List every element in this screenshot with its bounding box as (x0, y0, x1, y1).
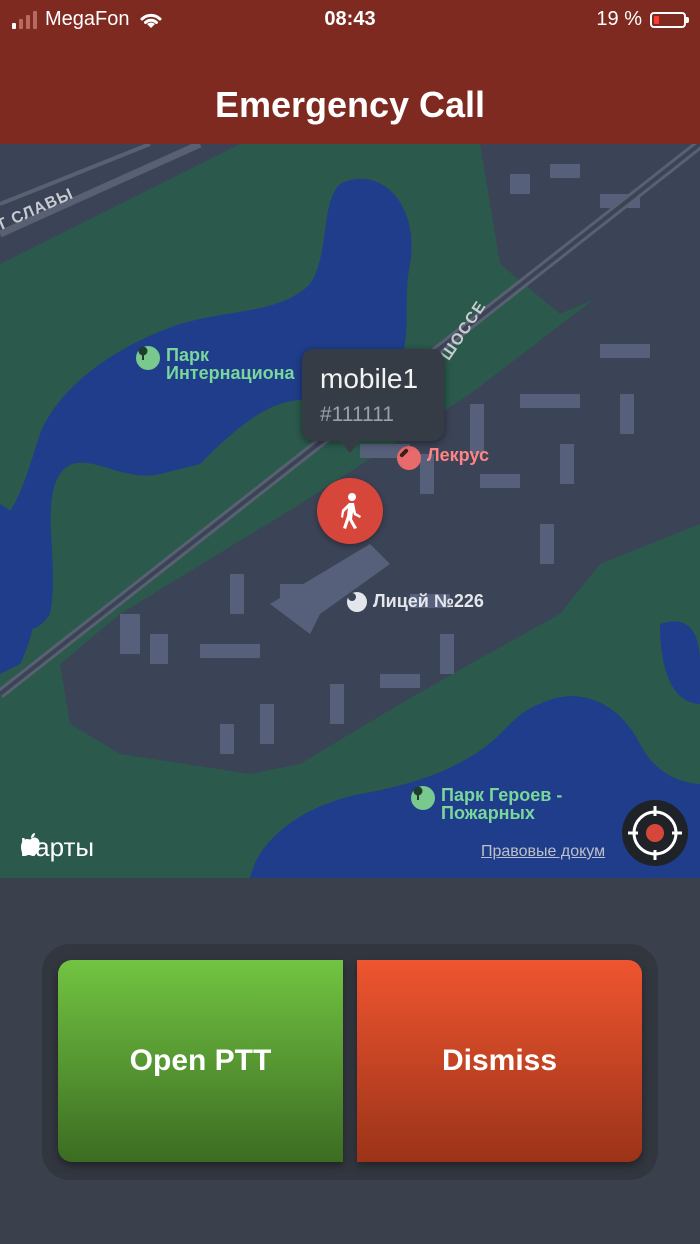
poi-label: Парк Интернациона (166, 345, 295, 383)
battery-percent: 19 % (596, 8, 642, 30)
locate-me-button[interactable] (622, 800, 688, 866)
device-name: mobile1 (320, 363, 419, 394)
pedestrian-icon (341, 493, 361, 529)
device-number: #111111 (320, 403, 394, 426)
apple-icon (21, 833, 40, 856)
header: Emergency Call (0, 40, 700, 144)
poi-label: Лекрус (427, 445, 489, 465)
crosshair-icon (628, 806, 682, 860)
poi-pharmacy-lekrus[interactable]: Лекрус (397, 446, 489, 470)
device-callout[interactable]: mobile1 #111111 (302, 349, 444, 453)
school-icon (347, 592, 367, 612)
open-ptt-button[interactable]: Open PTT (58, 960, 343, 1162)
poi-park-internatsionalistov[interactable]: Парк Интернациона (136, 346, 295, 382)
poi-label: Лицей №226 (373, 591, 484, 611)
poi-school-lyceum-226[interactable]: Лицей №226 (347, 592, 484, 612)
clock: 08:43 (324, 8, 376, 30)
device-location-pin[interactable] (317, 478, 383, 544)
status-bar: MegaFon 08:43 19 % (0, 0, 700, 40)
page-title: Emergency Call (214, 84, 486, 125)
battery-icon (650, 11, 689, 28)
legal-link[interactable]: Правовые докум (481, 843, 605, 861)
tree-icon (411, 786, 435, 810)
poi-label: Парк Героев - Пожарных (441, 785, 563, 823)
poi-park-geroev-pozharnykh[interactable]: Парк Героев - Пожарных (411, 786, 562, 822)
dismiss-button[interactable]: Dismiss (357, 960, 642, 1162)
pill-icon (397, 446, 421, 470)
apple-maps-logo: Карты (20, 832, 94, 863)
tree-icon (136, 346, 160, 370)
